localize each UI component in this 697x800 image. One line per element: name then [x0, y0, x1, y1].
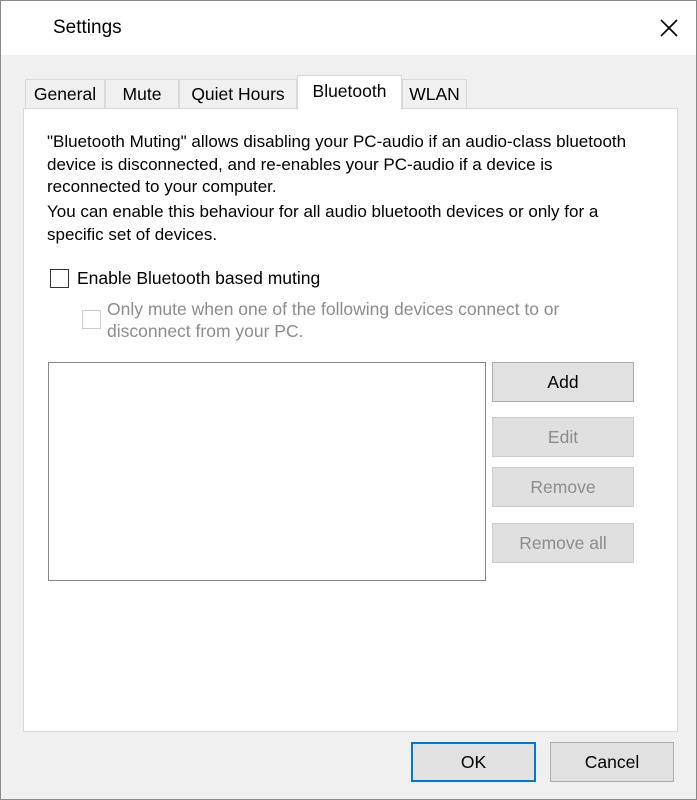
close-button[interactable] — [642, 1, 696, 55]
tab-wlan[interactable]: WLAN — [402, 79, 467, 109]
remove-button: Remove — [492, 467, 634, 507]
bluetooth-tab-panel: "Bluetooth Muting" allows disabling your… — [23, 108, 678, 732]
tab-general[interactable]: General — [25, 79, 105, 109]
bluetooth-description-scope: You can enable this behaviour for all au… — [47, 202, 599, 244]
ok-button[interactable]: OK — [411, 742, 536, 782]
enable-bluetooth-muting-label[interactable]: Enable Bluetooth based muting — [77, 267, 320, 289]
tab-quiet-hours[interactable]: Quiet Hours — [179, 79, 297, 109]
only-mute-devices-row: Only mute when one of the following devi… — [82, 298, 602, 342]
remove-all-button: Remove all — [492, 523, 634, 563]
settings-dialog: Settings General Mute Quiet Hours Blueto… — [0, 0, 697, 800]
only-mute-devices-label: Only mute when one of the following devi… — [107, 299, 560, 341]
device-list[interactable] — [48, 362, 486, 581]
tab-mute[interactable]: Mute — [105, 79, 179, 109]
window-title: Settings — [53, 17, 122, 38]
close-icon — [660, 19, 678, 37]
cancel-button[interactable]: Cancel — [550, 742, 674, 782]
edit-button: Edit — [492, 417, 634, 457]
title-bar[interactable]: Settings — [1, 1, 696, 55]
add-button[interactable]: Add — [492, 362, 634, 402]
enable-bluetooth-muting-row[interactable]: Enable Bluetooth based muting — [50, 267, 320, 289]
enable-bluetooth-muting-checkbox[interactable] — [50, 269, 69, 288]
bluetooth-description: "Bluetooth Muting" allows disabling your… — [47, 132, 627, 196]
only-mute-devices-checkbox — [82, 310, 101, 329]
tab-bluetooth[interactable]: Bluetooth — [297, 75, 402, 110]
